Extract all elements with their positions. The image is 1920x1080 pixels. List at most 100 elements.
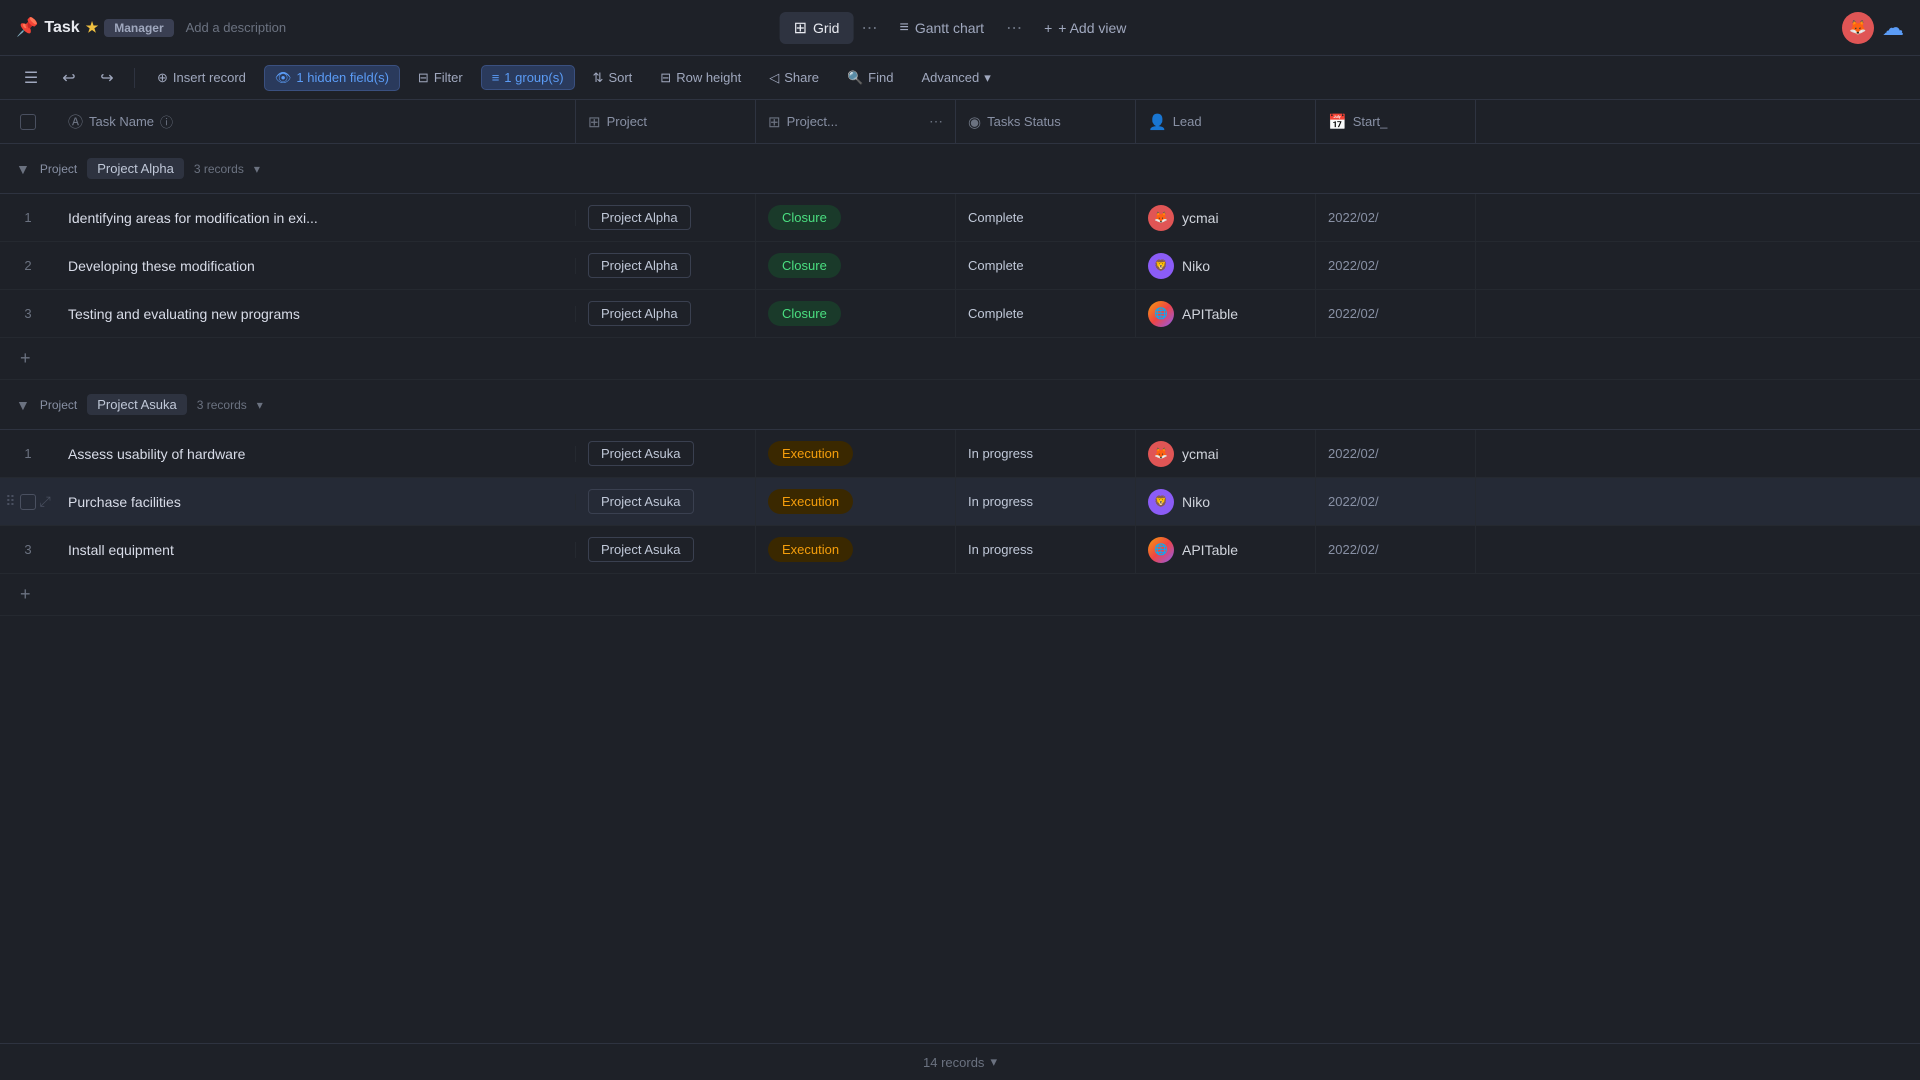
select-all-checkbox[interactable] <box>20 114 36 130</box>
row-project-a3[interactable]: Project Asuka <box>576 526 756 573</box>
th-status: ◉ Tasks Status <box>956 100 1136 143</box>
row-status-2[interactable]: Complete <box>956 242 1136 289</box>
row-phase-2[interactable]: Closure <box>756 242 956 289</box>
find-button[interactable]: 🔍 Find <box>837 66 903 90</box>
project-icon: ⊞ <box>588 113 601 131</box>
insert-record-button[interactable]: ⊕ Insert record <box>147 66 256 90</box>
row-status-3[interactable]: Complete <box>956 290 1136 337</box>
add-row-alpha[interactable]: + <box>0 338 1920 380</box>
row-lead-a1[interactable]: 🦊 ycmai <box>1136 430 1316 477</box>
th-status-label: Tasks Status <box>987 114 1061 129</box>
row-phase-3[interactable]: Closure <box>756 290 956 337</box>
row-task-2[interactable]: Developing these modification <box>56 258 576 274</box>
info-icon[interactable]: ⓘ <box>160 112 173 131</box>
phase-tag: Execution <box>768 441 853 466</box>
row-status-a3[interactable]: In progress <box>956 526 1136 573</box>
group-asuka-tag[interactable]: Project Asuka <box>87 394 187 415</box>
row-phase-a2[interactable]: Execution <box>756 478 956 525</box>
row-task-a1[interactable]: Assess usability of hardware <box>56 446 576 462</box>
row-height-label: Row height <box>676 70 741 85</box>
grid-more-icon[interactable]: ⋯ <box>857 14 881 42</box>
filter-label: Filter <box>434 70 463 85</box>
row-checkbox[interactable] <box>20 494 36 510</box>
expand-icon[interactable]: ⤢ <box>40 493 51 510</box>
pin-icon: 📌 <box>16 17 38 38</box>
advanced-button[interactable]: Advanced ▾ <box>911 66 1000 90</box>
project-tag: Project Asuka <box>588 489 694 514</box>
phase-icon: ⊞ <box>768 113 781 131</box>
toolbar: ☰ ↩ ↪ ⊕ Insert record 👁 1 hidden field(s… <box>0 56 1920 100</box>
menu-toggle[interactable]: ☰ <box>16 63 46 93</box>
hidden-fields-button[interactable]: 👁 1 hidden field(s) <box>264 65 400 91</box>
phase-more-icon[interactable]: ⋯ <box>929 113 943 130</box>
row-num-1: 1 <box>0 210 56 225</box>
add-view-button[interactable]: + + Add view <box>1030 14 1140 42</box>
gantt-icon: ≡ <box>899 19 908 37</box>
advanced-label: Advanced <box>921 70 979 85</box>
row-lead-a3[interactable]: 🌐 APITable <box>1136 526 1316 573</box>
footer-arrow-icon[interactable]: ▾ <box>990 1054 997 1070</box>
app-name: Task <box>44 19 79 37</box>
gantt-more-icon[interactable]: ⋯ <box>1002 14 1026 42</box>
divider-1 <box>134 68 135 88</box>
row-number: 1 <box>24 446 31 461</box>
row-task-a2[interactable]: Purchase facilities <box>56 494 576 510</box>
row-phase-a3[interactable]: Execution <box>756 526 956 573</box>
group-asuka-chevron[interactable]: ▼ <box>16 397 30 413</box>
group-alpha-count-arrow[interactable]: ▾ <box>254 162 260 176</box>
row-phase-1[interactable]: Closure <box>756 194 956 241</box>
row-project-2[interactable]: Project Alpha <box>576 242 756 289</box>
row-height-button[interactable]: ⊟ Row height <box>650 66 751 90</box>
drag-handle-icon[interactable]: ⠿ <box>5 493 15 510</box>
cloud-icon[interactable]: ☁ <box>1882 15 1904 41</box>
redo-button[interactable]: ↪ <box>92 63 122 93</box>
avatar-user1[interactable]: 🦊 <box>1842 12 1874 44</box>
share-button[interactable]: ◁ Share <box>759 66 829 90</box>
search-icon: 🔍 <box>847 70 863 86</box>
phase-tag: Closure <box>768 205 841 230</box>
row-status-1[interactable]: Complete <box>956 194 1136 241</box>
row-start-a3: 2022/02/ <box>1316 526 1476 573</box>
row-task-3[interactable]: Testing and evaluating new programs <box>56 306 576 322</box>
row-project-a2[interactable]: Project Asuka <box>576 478 756 525</box>
tab-gantt[interactable]: ≡ Gantt chart <box>885 13 998 43</box>
filter-button[interactable]: ⊟ Filter <box>408 66 473 90</box>
tab-grid[interactable]: ⊞ Grid <box>780 12 854 44</box>
row-status-a2[interactable]: In progress <box>956 478 1136 525</box>
row-status-a1[interactable]: In progress <box>956 430 1136 477</box>
start-date: 2022/02/ <box>1328 210 1379 225</box>
add-row-icon: + <box>20 348 31 369</box>
group-asuka-count-arrow[interactable]: ▾ <box>257 398 263 412</box>
row-lead-a2[interactable]: 🦁 Niko <box>1136 478 1316 525</box>
row-lead-2[interactable]: 🦁 Niko <box>1136 242 1316 289</box>
table-row: 2 Developing these modification Project … <box>0 242 1920 290</box>
group-alpha-tag[interactable]: Project Alpha <box>87 158 184 179</box>
add-row-icon: + <box>20 584 31 605</box>
row-phase-a1[interactable]: Execution <box>756 430 956 477</box>
add-row-asuka[interactable]: + <box>0 574 1920 616</box>
add-description[interactable]: Add a description <box>186 20 286 35</box>
row-project-1[interactable]: Project Alpha <box>576 194 756 241</box>
lead-name: APITable <box>1182 306 1238 322</box>
view-tabs: ⊞ Grid ⋯ ≡ Gantt chart ⋯ + + Add view <box>780 12 1141 44</box>
undo-button[interactable]: ↩ <box>54 63 84 93</box>
lead-avatar: 🦊 <box>1148 205 1174 231</box>
group-alpha-chevron[interactable]: ▼ <box>16 161 30 177</box>
row-start-a2: 2022/02/ <box>1316 478 1476 525</box>
row-project-a1[interactable]: Project Asuka <box>576 430 756 477</box>
star-icon[interactable]: ★ <box>86 19 99 36</box>
lead-avatar: 🌐 <box>1148 537 1174 563</box>
th-start-label: Start_ <box>1353 114 1388 129</box>
eye-icon: 👁 <box>275 70 292 86</box>
group-icon: ≡ <box>492 70 500 85</box>
sort-button[interactable]: ⇅ Sort <box>583 66 643 90</box>
add-icon: + <box>1044 20 1052 36</box>
grid-icon: ⊞ <box>794 18 807 38</box>
row-task-a3[interactable]: Install equipment <box>56 542 576 558</box>
row-lead-3[interactable]: 🌐 APITable <box>1136 290 1316 337</box>
row-lead-1[interactable]: 🦊 ycmai <box>1136 194 1316 241</box>
group-button[interactable]: ≡ 1 group(s) <box>481 65 575 90</box>
row-project-3[interactable]: Project Alpha <box>576 290 756 337</box>
row-task-1[interactable]: Identifying areas for modification in ex… <box>56 210 576 226</box>
table-row: 3 Install equipment Project Asuka Execut… <box>0 526 1920 574</box>
